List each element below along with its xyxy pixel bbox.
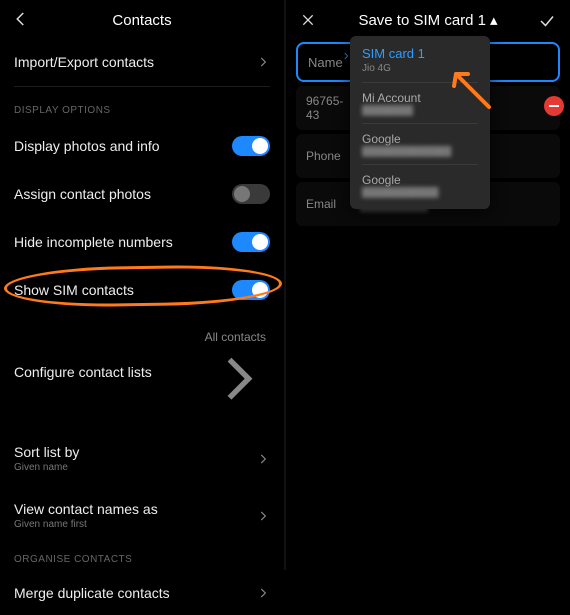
chevron-right-icon (205, 398, 270, 415)
titlebar: Save to SIM card 1▴ (296, 0, 560, 40)
divider (362, 82, 478, 83)
remove-icon[interactable] (544, 96, 564, 116)
row-label: Phone (306, 149, 350, 163)
option-sub: ██████████████ (362, 146, 478, 156)
show-sim-contacts-row[interactable]: Show SIM contacts (10, 266, 274, 314)
dropdown-option-google-1[interactable]: Google ██████████████ (362, 132, 478, 156)
toggle[interactable] (232, 280, 270, 300)
view-names-as-row[interactable]: View contact names as Given name first (10, 487, 274, 544)
row-label: Configure contact lists (14, 364, 152, 380)
dropdown-option-mi[interactable]: Mi Account ████████ (362, 91, 478, 115)
option-sub: ████████████ (362, 187, 478, 197)
row-label: Show SIM contacts (14, 282, 134, 298)
row-label: View contact names as (14, 501, 158, 517)
divider (362, 164, 478, 165)
save-contact-panel: Save to SIM card 1▴ Name 96765-43 ██████… (286, 0, 570, 570)
row-label: Display photos and info (14, 138, 160, 154)
option-sub: ████████ (362, 105, 478, 115)
section-display-options: DISPLAY OPTIONS (10, 95, 274, 122)
toggle[interactable] (232, 136, 270, 156)
chevron-right-icon (256, 586, 270, 600)
dropdown-option-sim1[interactable]: SIM card 1 Jio 4G (362, 46, 478, 74)
option-label: Mi Account (362, 91, 478, 105)
row-secondary: All contacts (205, 330, 266, 344)
toggle[interactable] (232, 232, 270, 252)
row-label: Email (306, 197, 350, 211)
row-sub: Given name (14, 462, 79, 473)
titlebar: Contacts (10, 0, 274, 40)
display-photos-row[interactable]: Display photos and info (10, 122, 274, 170)
row-label: Import/Export contacts (14, 54, 154, 70)
title-text: Save to SIM card 1 (358, 12, 486, 29)
chevron-right-icon (256, 55, 270, 69)
row-sub: Given name first (14, 519, 158, 530)
assign-contact-photos-row[interactable]: Assign contact photos (10, 170, 274, 218)
confirm-icon[interactable] (538, 12, 556, 30)
contacts-settings-panel: Contacts Import/Export contacts DISPLAY … (0, 0, 286, 570)
dropdown-option-google-2[interactable]: Google ████████████ (362, 173, 478, 197)
option-label: Google (362, 173, 478, 187)
row-label: 96765-43 (306, 94, 350, 122)
toggle[interactable] (232, 184, 270, 204)
dropdown-triangle-icon: ▴ (490, 11, 498, 29)
divider (14, 86, 270, 87)
merge-duplicates-row[interactable]: Merge duplicate contacts (10, 571, 274, 615)
divider (362, 123, 478, 124)
option-sub: Jio 4G (362, 63, 478, 74)
configure-contact-lists-row[interactable]: Configure contact lists All contacts (10, 314, 274, 430)
option-label: SIM card 1 (362, 46, 478, 61)
chevron-right-icon (256, 452, 270, 466)
row-label: Hide incomplete numbers (14, 234, 173, 250)
import-export-row[interactable]: Import/Export contacts (10, 40, 274, 84)
save-target-dropdown: SIM card 1 Jio 4G Mi Account ████████ Go… (350, 36, 490, 209)
page-title: Contacts (112, 12, 171, 29)
row-label: Assign contact photos (14, 186, 151, 202)
placeholder: Name (308, 55, 343, 70)
row-label: Merge duplicate contacts (14, 585, 170, 601)
section-organise-contacts: ORGANISE CONTACTS (10, 544, 274, 571)
row-label: Sort list by (14, 444, 79, 460)
hide-incomplete-row[interactable]: Hide incomplete numbers (10, 218, 274, 266)
close-icon[interactable] (300, 12, 316, 28)
back-icon[interactable] (12, 10, 30, 28)
option-label: Google (362, 132, 478, 146)
sort-list-by-row[interactable]: Sort list by Given name (10, 430, 274, 487)
page-title[interactable]: Save to SIM card 1▴ (358, 11, 497, 29)
chevron-right-icon (256, 509, 270, 523)
